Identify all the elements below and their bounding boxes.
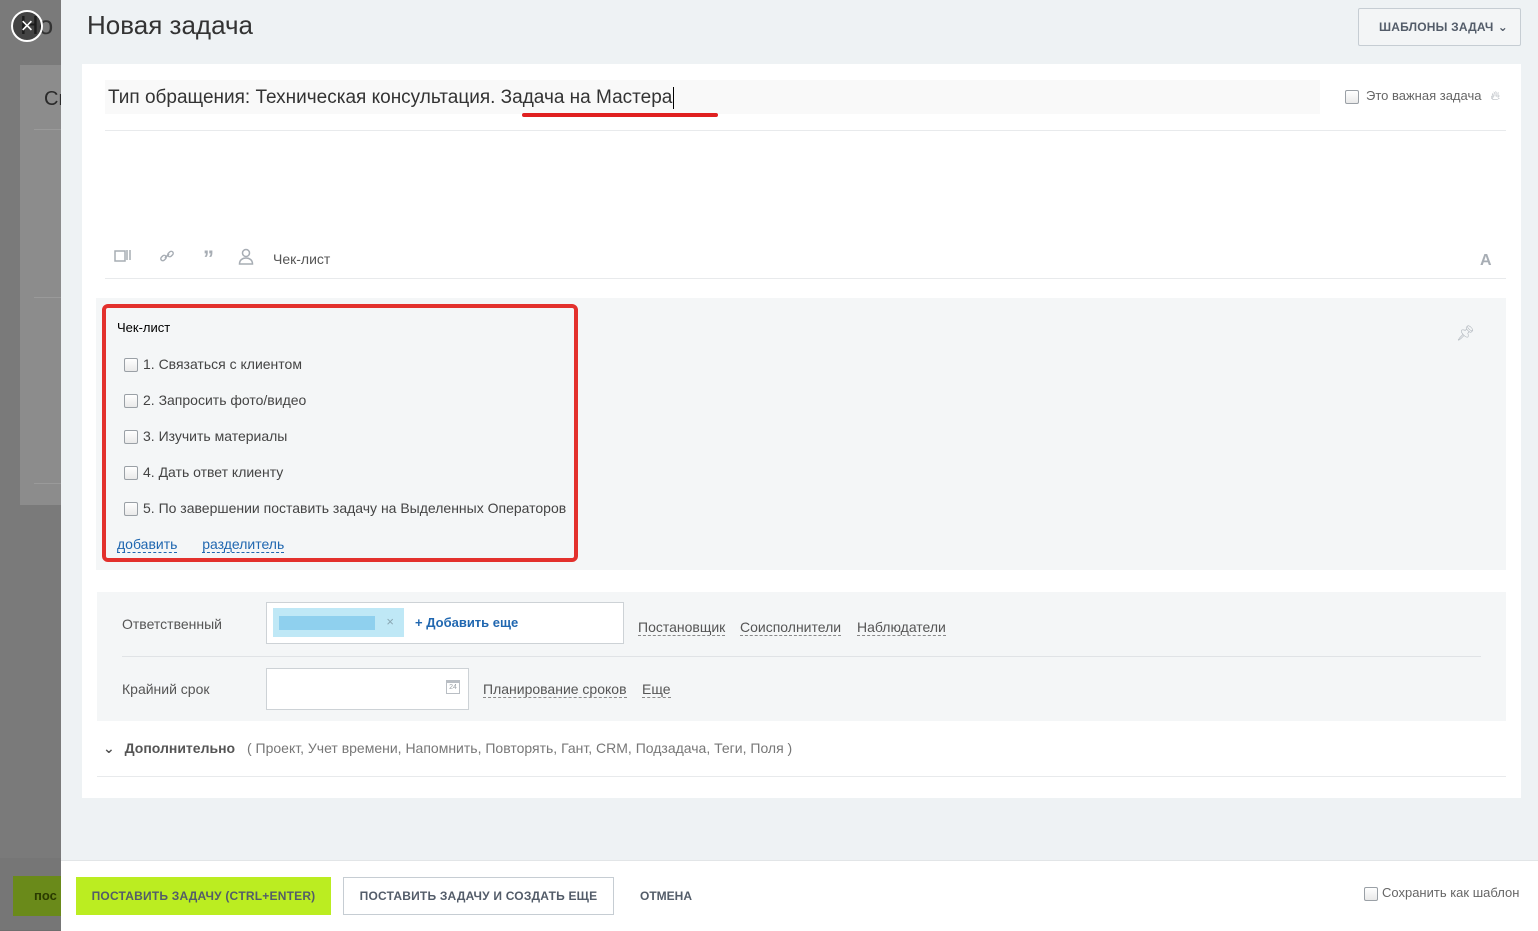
save-as-template-toggle[interactable]: Сохранить как шаблон — [1364, 885, 1519, 901]
important-task-toggle[interactable]: Это важная задача 🔥︎ — [1345, 88, 1500, 104]
checklist-item[interactable]: 5. По завершении поставить задачу на Выд… — [124, 500, 567, 517]
footer-bar: ПОСТАВИТЬ ЗАДАЧУ (CTRL+ENTER) ПОСТАВИТЬ … — [61, 860, 1538, 931]
submit-and-create-button[interactable]: ПОСТАВИТЬ ЗАДАЧУ И СОЗДАТЬ ЕЩЕ — [343, 877, 614, 915]
checklist-checkbox[interactable] — [124, 502, 138, 517]
important-label: Это важная задача — [1366, 88, 1482, 103]
pin-icon[interactable]: 📌︎ — [1456, 324, 1475, 342]
important-checkbox[interactable] — [1345, 89, 1359, 104]
chevron-down-icon: ⌄ — [1497, 20, 1508, 34]
role-link-creator[interactable]: Постановщик — [638, 619, 726, 636]
role-link-coexecutors[interactable]: Соисполнители — [740, 619, 842, 636]
checklist-checkbox[interactable] — [124, 466, 138, 481]
checklist-item-label: 4. Дать ответ клиенту — [143, 464, 284, 480]
font-format-icon[interactable]: A — [1480, 252, 1492, 270]
highlight-underline — [522, 113, 718, 117]
quote-icon[interactable]: ” — [203, 246, 214, 272]
cancel-button[interactable]: ОТМЕНА — [640, 877, 692, 915]
calendar-icon[interactable]: 24 — [446, 680, 460, 694]
checklist-item[interactable]: 2. Запросить фото/видео — [124, 392, 307, 409]
more-link[interactable]: Еще — [642, 681, 671, 698]
checklist-item-label: 1. Связаться с клиентом — [143, 356, 302, 372]
planning-link[interactable]: Планирование сроков — [483, 681, 627, 698]
close-icon[interactable]: × — [11, 10, 43, 42]
responsible-field[interactable]: × + Добавить еще — [266, 602, 624, 644]
checklist-title: Чек-лист — [117, 320, 171, 335]
checklist-checkbox[interactable] — [124, 430, 138, 445]
checklist-item-label: 3. Изучить материалы — [143, 428, 288, 444]
additional-items: ( Проект, Учет времени, Напомнить, Повто… — [246, 740, 793, 756]
role-link-observers[interactable]: Наблюдатели — [857, 619, 946, 636]
divider — [97, 776, 1506, 777]
checklist-highlight-frame: Чек-лист 1. Связаться с клиентом 2. Запр… — [102, 304, 578, 562]
checklist-checkbox[interactable] — [124, 358, 138, 373]
link-icon[interactable] — [159, 248, 175, 268]
save-template-label: Сохранить как шаблон — [1382, 885, 1520, 900]
checklist-add-link[interactable]: добавить — [117, 536, 178, 553]
file-icon[interactable] — [114, 248, 132, 268]
checklist-item-label: 5. По завершении поставить задачу на Выд… — [143, 500, 567, 516]
checklist-actions: добавить разделитель — [117, 536, 285, 553]
page-title: Новая задача — [87, 10, 253, 40]
task-templates-label: ШАБЛОНЫ ЗАДАЧ — [1379, 20, 1494, 34]
checklist-item[interactable]: 4. Дать ответ клиенту — [124, 464, 284, 481]
checklist-checkbox[interactable] — [124, 394, 138, 409]
divider — [105, 278, 1506, 279]
checklist-item[interactable]: 1. Связаться с клиентом — [124, 356, 302, 373]
checklist-item-label: 2. Запросить фото/видео — [143, 392, 307, 408]
user-chip[interactable]: × — [273, 608, 404, 637]
new-task-panel: Новая задача ШАБЛОНЫ ЗАДАЧ ⌄ Тип обращен… — [61, 0, 1538, 931]
task-fields: Ответственный × + Добавить еще Постановщ… — [97, 592, 1506, 721]
remove-user-icon[interactable]: × — [386, 614, 394, 629]
text-caret — [673, 86, 675, 109]
checklist-separator-link[interactable]: разделитель — [202, 536, 285, 553]
avatar — [279, 616, 375, 630]
checklist-item[interactable]: 3. Изучить материалы — [124, 428, 288, 445]
checklist-section: Чек-лист 1. Связаться с клиентом 2. Запр… — [96, 298, 1506, 570]
divider — [105, 130, 1506, 131]
save-template-checkbox[interactable] — [1364, 886, 1378, 901]
task-title-input[interactable]: Тип обращения: Техническая консультация.… — [105, 80, 1320, 114]
chevron-down-icon: ⌄ — [103, 740, 115, 756]
flame-icon: 🔥︎ — [1490, 88, 1501, 103]
submit-task-button[interactable]: ПОСТАВИТЬ ЗАДАЧУ (CTRL+ENTER) — [76, 877, 331, 915]
add-more-button[interactable]: + Добавить еще — [415, 615, 518, 630]
task-form: Тип обращения: Техническая консультация.… — [82, 64, 1521, 798]
additional-title: Дополнительно — [124, 740, 236, 756]
deadline-label: Крайний срок — [122, 681, 210, 697]
responsible-label: Ответственный — [122, 616, 222, 632]
deadline-input[interactable]: 24 — [266, 668, 469, 710]
divider — [122, 656, 1481, 657]
additional-section[interactable]: ⌄ Дополнительно ( Проект, Учет времени, … — [103, 740, 792, 757]
task-title-text: Тип обращения: Техническая консультация.… — [108, 87, 673, 108]
mention-icon[interactable] — [238, 248, 254, 270]
checklist-toolbar-button[interactable]: Чек-лист — [273, 251, 330, 267]
task-templates-button[interactable]: ШАБЛОНЫ ЗАДАЧ ⌄ — [1358, 8, 1521, 46]
